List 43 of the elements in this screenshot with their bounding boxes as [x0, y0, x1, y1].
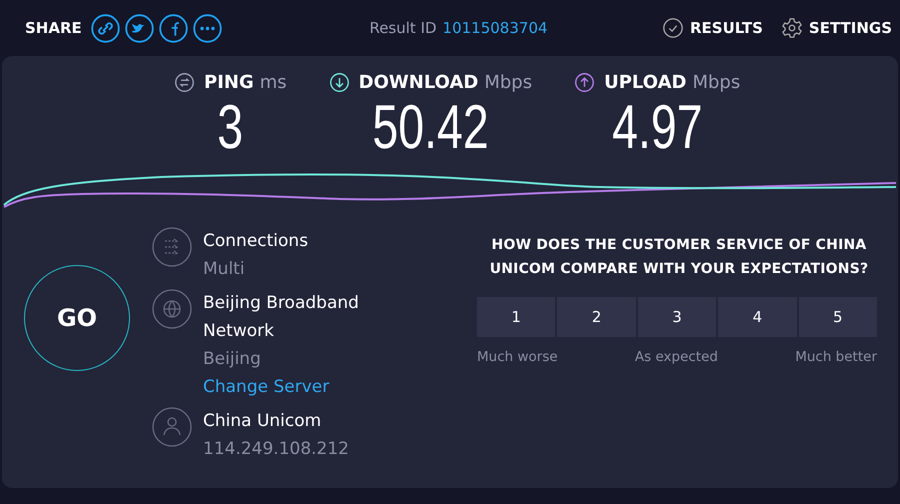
server-info-title: China Unicom: [203, 410, 322, 433]
metric-label: UPLOAD: [604, 72, 686, 93]
server-info-detail: Multi: [203, 258, 246, 281]
rating-option[interactable]: 5: [798, 297, 878, 337]
rating-option[interactable]: 1: [477, 297, 556, 337]
server-info-detail: Beijing: [203, 348, 262, 371]
bird-icon[interactable]: [124, 14, 154, 42]
facebook-icon[interactable]: [158, 14, 188, 42]
result-id-link[interactable]: 10115083704: [442, 19, 548, 37]
server-info-title: Connections: [203, 230, 308, 253]
rating-option[interactable]: 4: [718, 297, 797, 337]
nav-link[interactable]: SETTINGS: [808, 19, 892, 37]
metric-value: 4.97: [612, 93, 702, 163]
survey-question: HOW DOES THE CUSTOMER SERVICE OF CHINA UNICOM COMPARE WITH YOUR EXPECTATIONS?: [488, 236, 870, 279]
user-icon: [152, 407, 192, 447]
rating-option[interactable]: 3: [638, 297, 716, 337]
server-info-detail: 114.249.108.212: [203, 438, 350, 461]
arrows-icon: [152, 227, 192, 267]
settings-icon[interactable]: [780, 17, 803, 39]
nav-link[interactable]: RESULTS: [690, 19, 763, 37]
result-id-label: Result ID: [369, 19, 437, 37]
ping-icon: [174, 72, 195, 93]
metric-label: DOWNLOAD: [358, 72, 478, 93]
go-button[interactable]: GO: [24, 265, 130, 371]
upload-icon: [574, 72, 596, 93]
download-icon: [328, 72, 350, 93]
scale-label: Much worse: [477, 349, 558, 365]
metric-value: 3: [217, 93, 244, 163]
rating-option[interactable]: 2: [557, 297, 636, 337]
globe-icon: [152, 289, 192, 329]
metric-unit: Mbps: [692, 72, 740, 93]
server-info-title: Beijing Broadband Network: [203, 292, 360, 343]
more-icon[interactable]: [192, 14, 222, 42]
metric-value: 50.42: [372, 93, 489, 163]
metric-label: PING: [204, 72, 254, 93]
check-circle-icon[interactable]: [662, 17, 684, 39]
scale-label: As expected: [634, 349, 718, 365]
scale-label: Much better: [795, 349, 877, 365]
change-server-link[interactable]: Change Server: [203, 373, 403, 401]
share-label: SHARE: [25, 19, 82, 37]
link-icon[interactable]: [90, 14, 120, 42]
metric-unit: Mbps: [484, 72, 532, 93]
metric-unit: ms: [260, 72, 287, 93]
